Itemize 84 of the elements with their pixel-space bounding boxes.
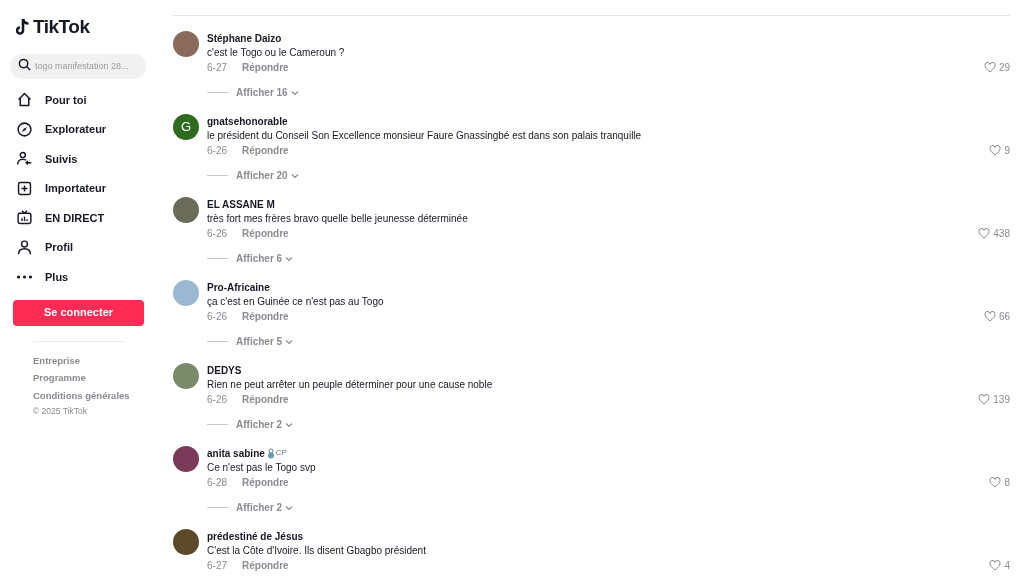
- tiktok-logo-text[interactable]: TikTok: [33, 12, 90, 42]
- like-button[interactable]: 4: [989, 558, 1010, 573]
- heart-icon: [989, 477, 1002, 488]
- comment-author[interactable]: prédestiné de Jésus: [207, 528, 304, 544]
- reply-link[interactable]: Répondre: [242, 392, 289, 407]
- plus-square-icon: [16, 179, 33, 197]
- like-button[interactable]: 8: [989, 475, 1010, 490]
- search-field[interactable]: togo manifestation 28...: [10, 53, 146, 79]
- comment-text: ça c'est en Guinée ce n'est pas au Togo: [207, 295, 385, 309]
- home-icon: [16, 91, 33, 109]
- footer-link[interactable]: Programme: [33, 369, 160, 387]
- footer-link[interactable]: Entreprise: [33, 351, 160, 369]
- comment-author[interactable]: DEDYS: [207, 362, 242, 378]
- like-button[interactable]: 139: [978, 392, 1010, 407]
- nav-item[interactable]: Profil: [10, 232, 160, 262]
- comment-text: Rien ne peut arrêter un peuple déterminer pour une cause noble: [207, 378, 494, 392]
- view-replies-button[interactable]: Afficher 2: [236, 417, 294, 432]
- person-arrow-icon: [16, 150, 33, 168]
- comment-date: 6-28: [207, 476, 228, 490]
- chevron-down-icon: [285, 255, 294, 262]
- view-replies-button[interactable]: Afficher 20: [236, 168, 299, 183]
- comment-author[interactable]: EL ASSANE M: [207, 196, 275, 212]
- comment-date: 6-26: [207, 144, 228, 158]
- nav-item[interactable]: Explorateur: [10, 114, 160, 144]
- comment-date: 6-27: [207, 559, 228, 573]
- comment-author[interactable]: Stéphane Daizo: [207, 30, 282, 46]
- tv-icon: [16, 209, 33, 227]
- more-icon: [16, 274, 33, 279]
- chevron-down-icon: [285, 504, 294, 511]
- reply-link[interactable]: Répondre: [242, 475, 289, 490]
- letter-avatar[interactable]: G: [173, 114, 199, 140]
- avatar-placeholder[interactable]: [173, 529, 199, 555]
- view-replies-button[interactable]: Afficher 6: [236, 251, 294, 266]
- heart-icon: [983, 62, 996, 73]
- reply-link[interactable]: Répondre: [242, 309, 289, 324]
- badge-text: CP: [275, 447, 287, 459]
- nav-item[interactable]: Pour toi: [10, 85, 160, 115]
- footer-link[interactable]: Conditions générales: [33, 386, 160, 404]
- nav-item[interactable]: EN DIRECT: [10, 203, 160, 233]
- heart-icon: [989, 560, 1002, 571]
- comment-date: 6-27: [207, 61, 228, 75]
- person-icon: [16, 238, 33, 256]
- view-replies-button[interactable]: Afficher 5: [236, 334, 294, 349]
- avatar-placeholder[interactable]: [173, 31, 199, 57]
- like-button[interactable]: 9: [989, 143, 1010, 158]
- heart-icon: [978, 394, 991, 405]
- avatar-placeholder[interactable]: [173, 446, 199, 472]
- chevron-down-icon: [290, 89, 299, 96]
- chevron-down-icon: [290, 172, 299, 179]
- chevron-down-icon: [285, 421, 294, 428]
- nav-item[interactable]: Plus: [10, 262, 160, 292]
- comment-text: le président du Conseil Son Excellence monsieur Faure Gnassingbé est dans son palais tranquille: [207, 129, 643, 143]
- heart-icon: [989, 145, 1002, 156]
- reply-link[interactable]: Répondre: [242, 226, 289, 241]
- compass-icon: [16, 120, 33, 138]
- reply-link[interactable]: Répondre: [242, 558, 289, 573]
- comment-date: 6-26: [207, 393, 228, 407]
- view-replies-button[interactable]: Afficher 2: [236, 500, 294, 515]
- comment-author[interactable]: anita sabine: [207, 445, 265, 461]
- avatar-placeholder[interactable]: [173, 197, 199, 223]
- heart-icon: [978, 228, 991, 239]
- snowman-icon: [266, 447, 275, 459]
- like-button[interactable]: 29: [983, 60, 1010, 75]
- music-note-logo-icon: [16, 18, 30, 36]
- like-button[interactable]: 66: [983, 309, 1010, 324]
- comment-date: 6-26: [207, 310, 228, 324]
- like-button[interactable]: 438: [978, 226, 1010, 241]
- heart-icon: [983, 311, 996, 322]
- comment-author[interactable]: Pro-Africaine: [207, 279, 270, 295]
- avatar-placeholder[interactable]: [173, 363, 199, 389]
- view-replies-button[interactable]: Afficher 16: [236, 85, 299, 100]
- nav-item[interactable]: Importateur: [10, 173, 160, 203]
- chevron-down-icon: [285, 338, 294, 345]
- reply-link[interactable]: Répondre: [242, 143, 289, 158]
- copyright-text: © 2025 TikTok: [33, 405, 88, 418]
- comment-text: très fort mes frères bravo quelle belle jeunesse déterminée: [207, 212, 469, 226]
- comment-date: 6-26: [207, 227, 228, 241]
- comment-text: Ce n'est pas le Togo svp: [207, 461, 317, 475]
- comment-author[interactable]: gnatsehonorable: [207, 113, 288, 129]
- login-button[interactable]: Se connecter: [13, 299, 144, 326]
- comment-text: C'est la Côte d'Ivoire. Ils disent Gbagbo président: [207, 544, 427, 558]
- comment-text: c'est le Togo ou le Cameroun ?: [207, 46, 346, 60]
- reply-link[interactable]: Répondre: [242, 60, 289, 75]
- nav-item[interactable]: Suivis: [10, 144, 160, 174]
